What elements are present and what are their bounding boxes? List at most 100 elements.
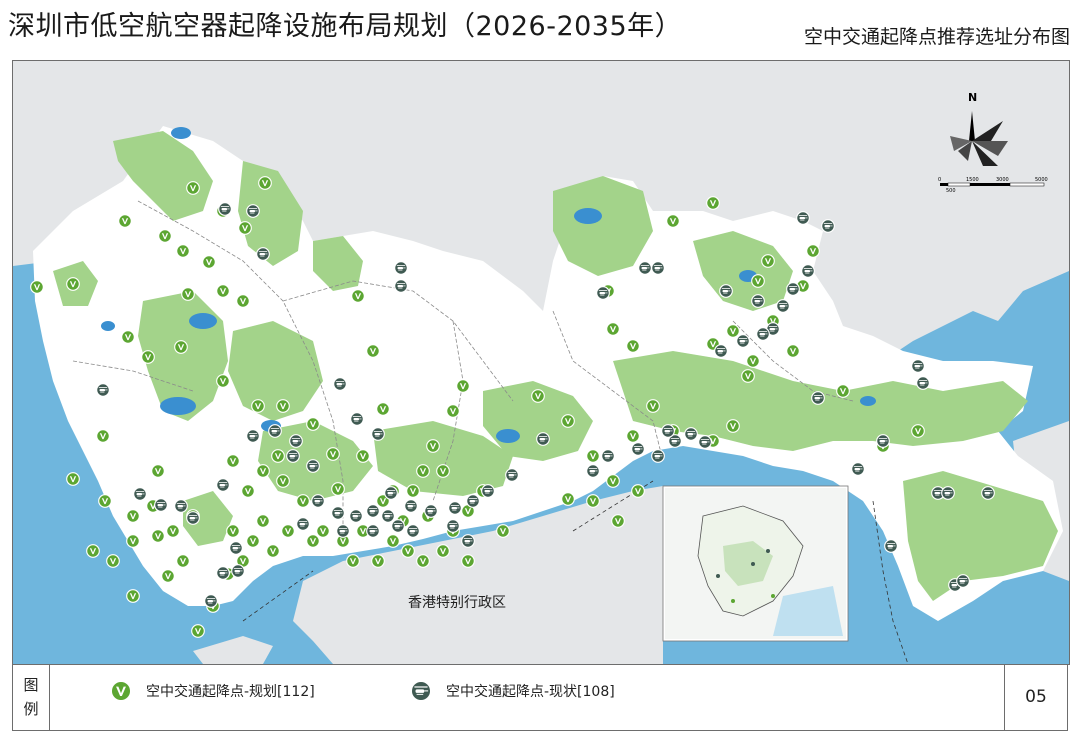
existing-helipad-marker bbox=[661, 424, 675, 438]
existing-helipad-marker bbox=[751, 294, 765, 308]
planned-takeoff-point-marker bbox=[586, 449, 600, 463]
planned-takeoff-point-marker bbox=[158, 229, 172, 243]
planned-takeoff-point-marker bbox=[226, 454, 240, 468]
planned-takeoff-point-marker bbox=[266, 544, 280, 558]
planned-takeoff-point-marker bbox=[161, 569, 175, 583]
planned-takeoff-point-marker bbox=[911, 424, 925, 438]
existing-helipad-marker bbox=[371, 427, 385, 441]
planned-takeoff-point-marker bbox=[666, 214, 680, 228]
existing-helipad-marker bbox=[596, 286, 610, 300]
planned-takeoff-point-marker bbox=[351, 289, 365, 303]
planned-takeoff-point-marker bbox=[746, 354, 760, 368]
existing-helipad-marker bbox=[406, 524, 420, 538]
planned-takeoff-point-marker bbox=[166, 524, 180, 538]
existing-helipad-marker bbox=[821, 219, 835, 233]
planned-takeoff-point-marker bbox=[401, 544, 415, 558]
existing-helipad-marker bbox=[876, 434, 890, 448]
planned-takeoff-point-marker bbox=[176, 554, 190, 568]
planned-takeoff-point-marker bbox=[226, 524, 240, 538]
planned-takeoff-point-marker bbox=[186, 181, 200, 195]
planned-takeoff-point-marker bbox=[296, 494, 310, 508]
existing-helipad-marker bbox=[366, 504, 380, 518]
planned-takeoff-point-marker bbox=[106, 554, 120, 568]
planned-takeoff-point-marker bbox=[761, 254, 775, 268]
planned-takeoff-point-marker bbox=[306, 534, 320, 548]
existing-helipad-marker bbox=[684, 427, 698, 441]
planned-takeoff-point-marker bbox=[436, 544, 450, 558]
planned-takeoff-point-marker bbox=[346, 554, 360, 568]
existing-helipad-marker bbox=[154, 498, 168, 512]
planned-takeoff-point-marker bbox=[238, 221, 252, 235]
planned-takeoff-point-marker bbox=[606, 322, 620, 336]
existing-helipad-marker bbox=[350, 412, 364, 426]
planned-takeoff-point-marker bbox=[531, 389, 545, 403]
planned-takeoff-point-marker bbox=[118, 214, 132, 228]
planned-takeoff-point-marker bbox=[176, 244, 190, 258]
planned-takeoff-point-marker bbox=[626, 429, 640, 443]
planned-takeoff-point-marker bbox=[126, 534, 140, 548]
planned-takeoff-point-marker bbox=[331, 482, 345, 496]
planned-takeoff-point-marker bbox=[258, 176, 272, 190]
existing-helipad-icon bbox=[410, 680, 432, 702]
planned-takeoff-point-marker bbox=[141, 350, 155, 364]
planned-takeoff-point-marker bbox=[236, 294, 250, 308]
planned-takeoff-point-marker bbox=[202, 255, 216, 269]
existing-helipad-marker bbox=[256, 247, 270, 261]
planned-takeoff-point-marker bbox=[751, 274, 765, 288]
planned-takeoff-point-marker bbox=[276, 474, 290, 488]
planned-takeoff-point-marker bbox=[66, 472, 80, 486]
planned-takeoff-point-marker bbox=[271, 449, 285, 463]
planned-takeoff-point-marker bbox=[786, 344, 800, 358]
map-view[interactable]: 香港特别行政区 N 0 500 1500 3000 5000 bbox=[12, 60, 1070, 665]
existing-helipad-marker bbox=[801, 264, 815, 278]
existing-helipad-marker bbox=[394, 279, 408, 293]
planned-takeoff-point-marker bbox=[96, 429, 110, 443]
planned-takeoff-point-marker bbox=[281, 524, 295, 538]
existing-helipad-marker bbox=[851, 462, 865, 476]
planned-takeoff-point-marker bbox=[606, 474, 620, 488]
existing-helipad-marker bbox=[505, 468, 519, 482]
existing-helipad-marker bbox=[218, 202, 232, 216]
planned-takeoff-point-marker bbox=[406, 484, 420, 498]
svg-text:5000: 5000 bbox=[1035, 177, 1048, 183]
planned-takeoff-point-marker bbox=[371, 554, 385, 568]
existing-helipad-marker bbox=[349, 509, 363, 523]
planned-takeoff-point-marker bbox=[416, 554, 430, 568]
planned-takeoff-point-icon bbox=[110, 680, 132, 702]
planned-takeoff-point-marker bbox=[461, 554, 475, 568]
planned-takeoff-point-marker bbox=[611, 514, 625, 528]
planned-takeoff-point-marker bbox=[316, 524, 330, 538]
existing-helipad-marker bbox=[638, 261, 652, 275]
existing-helipad-marker bbox=[204, 594, 218, 608]
planned-takeoff-point-marker bbox=[561, 492, 575, 506]
existing-helipad-marker bbox=[186, 511, 200, 525]
existing-helipad-marker bbox=[536, 432, 550, 446]
legend-item-planned: 空中交通起降点-规划[112] bbox=[110, 680, 315, 702]
hong-kong-label: 香港特别行政区 bbox=[408, 595, 506, 611]
existing-helipad-marker bbox=[216, 566, 230, 580]
planned-takeoff-point-marker bbox=[276, 399, 290, 413]
map-canvas: 香港特别行政区 N 0 500 1500 3000 5000 bbox=[13, 61, 1069, 664]
existing-helipad-marker bbox=[446, 519, 460, 533]
planned-takeoff-point-marker bbox=[446, 404, 460, 418]
existing-helipad-marker bbox=[981, 486, 995, 500]
existing-helipad-marker bbox=[466, 494, 480, 508]
planned-takeoff-point-marker bbox=[726, 324, 740, 338]
existing-helipad-marker bbox=[461, 534, 475, 548]
planned-takeoff-point-marker bbox=[121, 330, 135, 344]
planned-takeoff-point-marker bbox=[726, 419, 740, 433]
existing-helipad-marker bbox=[286, 449, 300, 463]
planned-takeoff-point-marker bbox=[306, 417, 320, 431]
existing-helipad-marker bbox=[811, 391, 825, 405]
existing-helipad-marker bbox=[756, 327, 770, 341]
planned-takeoff-point-marker bbox=[174, 340, 188, 354]
existing-helipad-marker bbox=[941, 486, 955, 500]
existing-helipad-marker bbox=[786, 282, 800, 296]
page-number: 05 bbox=[1004, 664, 1067, 730]
existing-helipad-marker bbox=[394, 261, 408, 275]
planned-takeoff-point-marker bbox=[836, 384, 850, 398]
planned-takeoff-point-marker bbox=[626, 339, 640, 353]
existing-helipad-marker bbox=[96, 383, 110, 397]
existing-helipad-marker bbox=[884, 539, 898, 553]
legend-heading: 图 例 bbox=[13, 664, 50, 730]
